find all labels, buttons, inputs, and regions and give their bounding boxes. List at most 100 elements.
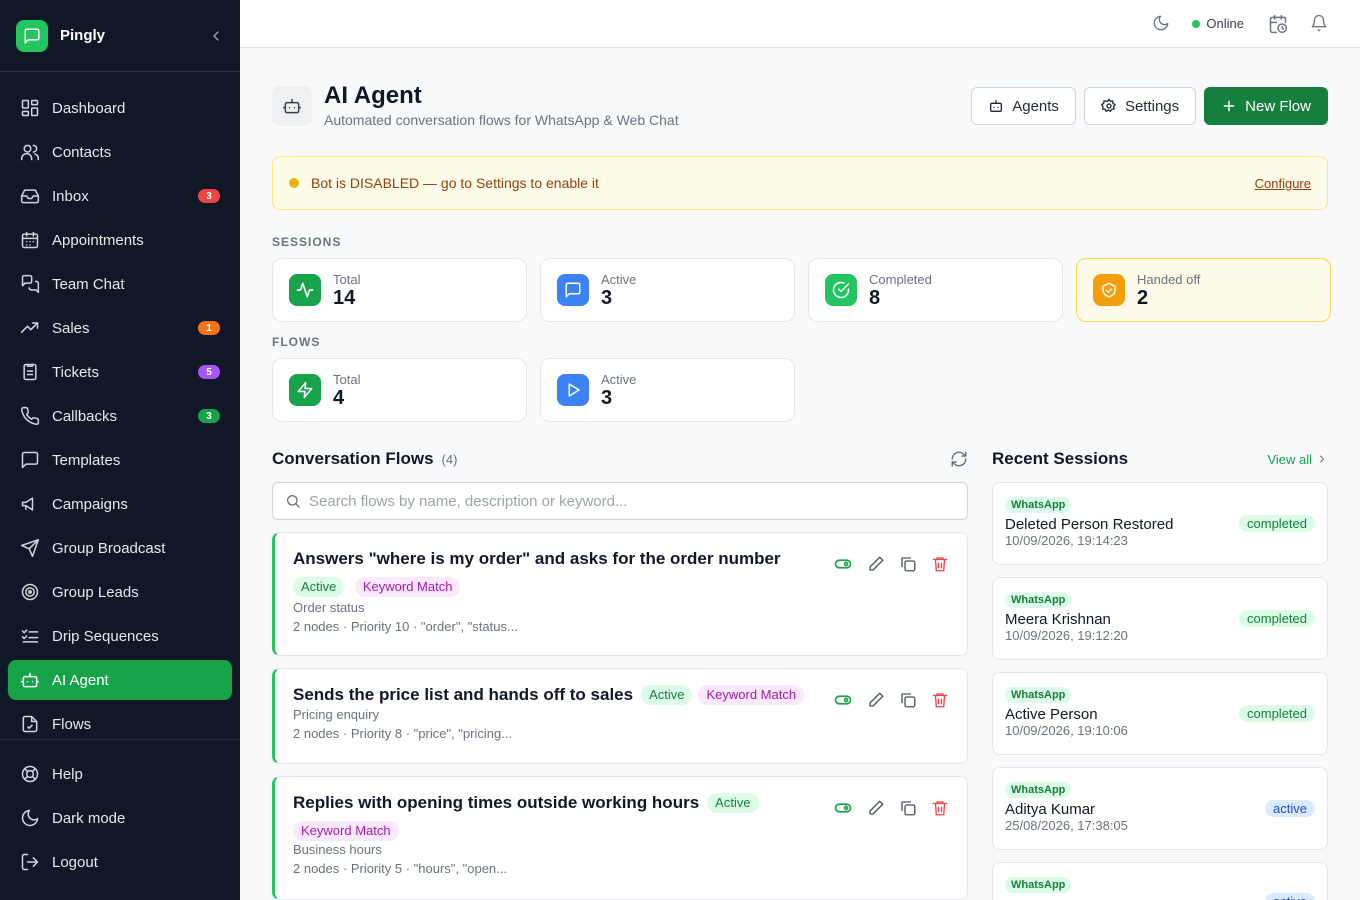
- online-dot-icon: [1192, 19, 1201, 28]
- sidebar-item-label: Group Broadcast: [52, 539, 166, 557]
- recent-sessions-title: Recent Sessions: [992, 449, 1129, 468]
- duplicate-icon[interactable]: [899, 555, 917, 573]
- sidebar-item-appointments[interactable]: Appointments: [8, 220, 232, 260]
- search-icon: [285, 493, 301, 509]
- sidebar-item-drip-sequences[interactable]: Drip Sequences: [8, 616, 232, 656]
- delete-trash-icon[interactable]: [931, 799, 949, 817]
- sidebar-item-label: Campaigns: [52, 495, 128, 513]
- flow-description: Business hours: [293, 842, 382, 857]
- logout-icon: [20, 852, 40, 872]
- refresh-icon[interactable]: [950, 450, 968, 468]
- message-icon: [557, 274, 589, 306]
- flow-card[interactable]: Sends the price list and hands off to sa…: [272, 668, 968, 764]
- toggle-on-icon[interactable]: [833, 555, 853, 573]
- edit-pencil-icon[interactable]: [867, 691, 885, 709]
- toggle-on-icon[interactable]: [833, 691, 853, 709]
- tickets-count-badge: 5: [198, 365, 220, 379]
- view-all-label: View all: [1267, 451, 1312, 467]
- flow-card[interactable]: Answers "where is my order" and asks for…: [272, 532, 968, 656]
- sessions-completed-card: Completed 8: [808, 258, 1063, 322]
- flow-trigger-badge: Keyword Match: [698, 685, 805, 705]
- new-flow-button[interactable]: New Flow: [1204, 87, 1328, 125]
- flow-description: Pricing enquiry: [293, 707, 379, 722]
- bot-icon: [988, 98, 1004, 114]
- session-card[interactable]: WhatsApp Deleted Person Restored 10/09/2…: [992, 482, 1328, 565]
- bot-icon: [20, 670, 40, 690]
- sidebar-item-label: Flows: [52, 715, 92, 733]
- duplicate-icon[interactable]: [899, 691, 917, 709]
- session-status-badge: active: [1265, 893, 1315, 900]
- flow-search-input[interactable]: [309, 492, 955, 510]
- bot-disabled-alert: Bot is DISABLED — go to Settings to enab…: [272, 156, 1328, 210]
- sidebar-item-help[interactable]: Help: [8, 754, 232, 794]
- theme-toggle-moon-icon[interactable]: [1152, 14, 1172, 34]
- sidebar-item-team-chat[interactable]: Team Chat: [8, 264, 232, 304]
- sidebar-item-contacts[interactable]: Contacts: [8, 132, 232, 172]
- sidebar-item-group-leads[interactable]: Group Leads: [8, 572, 232, 612]
- flow-meta: 2 nodes · Priority 8 · "price", "pricing…: [293, 726, 513, 741]
- sessions-section-label: SESSIONS: [272, 235, 342, 249]
- sidebar-item-flows[interactable]: Flows: [8, 704, 232, 744]
- flow-title: Replies with opening times outside worki…: [293, 793, 700, 812]
- edit-pencil-icon[interactable]: [867, 799, 885, 817]
- session-status-badge: active: [1265, 800, 1315, 817]
- calendar-clock-icon[interactable]: [1268, 14, 1288, 34]
- configure-link[interactable]: Configure: [1255, 176, 1311, 191]
- session-card[interactable]: WhatsApp Meera Krishnan 10/09/2026, 19:1…: [992, 577, 1328, 660]
- sidebar-item-label: Templates: [52, 451, 121, 469]
- flow-card[interactable]: Replies with opening times outside worki…: [272, 776, 968, 900]
- sales-count-badge: 1: [198, 321, 220, 335]
- session-card[interactable]: WhatsApp Aditya Kumar 25/08/2026, 17:38:…: [992, 767, 1328, 850]
- send-icon: [20, 538, 40, 558]
- sidebar-item-label: Logout: [52, 853, 98, 871]
- brand-name: Pingly: [60, 27, 106, 44]
- sidebar-item-dark-mode[interactable]: Dark mode: [8, 798, 232, 838]
- collapse-sidebar-icon[interactable]: [208, 28, 224, 44]
- sidebar-item-group-broadcast[interactable]: Group Broadcast: [8, 528, 232, 568]
- sidebar-item-dashboard[interactable]: Dashboard: [8, 88, 232, 128]
- chevron-right-icon: [1316, 453, 1328, 465]
- template-icon: [20, 450, 40, 470]
- stat-label: Completed: [869, 271, 932, 287]
- sidebar-item-ai-agent[interactable]: AI Agent: [8, 660, 232, 700]
- settings-button[interactable]: Settings: [1083, 87, 1197, 125]
- channel-badge: WhatsApp: [1005, 592, 1072, 608]
- notification-bell-icon[interactable]: [1310, 14, 1330, 34]
- flow-status-badge: Active: [641, 685, 693, 705]
- sidebar-item-label: Team Chat: [52, 275, 125, 293]
- session-card[interactable]: WhatsApp active: [992, 862, 1328, 900]
- play-icon: [557, 374, 589, 406]
- topbar: Online: [240, 0, 1360, 48]
- sidebar-item-inbox[interactable]: Inbox 3: [8, 176, 232, 216]
- flow-title: Sends the price list and hands off to sa…: [293, 685, 634, 704]
- sidebar-item-label: Dashboard: [52, 99, 126, 117]
- session-time: 10/09/2026, 19:12:20: [1005, 628, 1128, 643]
- stat-value: 8: [869, 286, 881, 309]
- duplicate-icon[interactable]: [899, 799, 917, 817]
- stat-value: 4: [333, 386, 345, 409]
- view-all-link[interactable]: View all: [1267, 452, 1328, 467]
- edit-pencil-icon[interactable]: [867, 555, 885, 573]
- ai-agent-bot-icon: [272, 86, 312, 126]
- session-card[interactable]: WhatsApp Active Person 10/09/2026, 19:10…: [992, 672, 1328, 755]
- sidebar-item-templates[interactable]: Templates: [8, 440, 232, 480]
- sidebar-item-sales[interactable]: Sales 1: [8, 308, 232, 348]
- sidebar-item-label: Drip Sequences: [52, 627, 159, 645]
- toggle-on-icon[interactable]: [833, 799, 853, 817]
- sidebar-item-label: Inbox: [52, 187, 89, 205]
- sidebar-bottom: Help Dark mode Logout: [0, 739, 240, 886]
- agents-button[interactable]: Agents: [971, 87, 1076, 125]
- delete-trash-icon[interactable]: [931, 691, 949, 709]
- stat-label: Total: [333, 271, 361, 287]
- sidebar: Pingly Dashboard Contacts Inbox 3 Appoin…: [0, 0, 240, 900]
- online-status: Online: [1192, 16, 1244, 31]
- delete-trash-icon[interactable]: [931, 555, 949, 573]
- sidebar-item-callbacks[interactable]: Callbacks 3: [8, 396, 232, 436]
- sidebar-item-logout[interactable]: Logout: [8, 842, 232, 882]
- page-header: AI Agent Automated conversation flows fo…: [272, 82, 1328, 128]
- sidebar-item-label: AI Agent: [52, 671, 109, 689]
- sidebar-item-campaigns[interactable]: Campaigns: [8, 484, 232, 524]
- session-time: 10/09/2026, 19:10:06: [1005, 723, 1128, 738]
- session-status-badge: completed: [1239, 705, 1315, 722]
- sidebar-item-tickets[interactable]: Tickets 5: [8, 352, 232, 392]
